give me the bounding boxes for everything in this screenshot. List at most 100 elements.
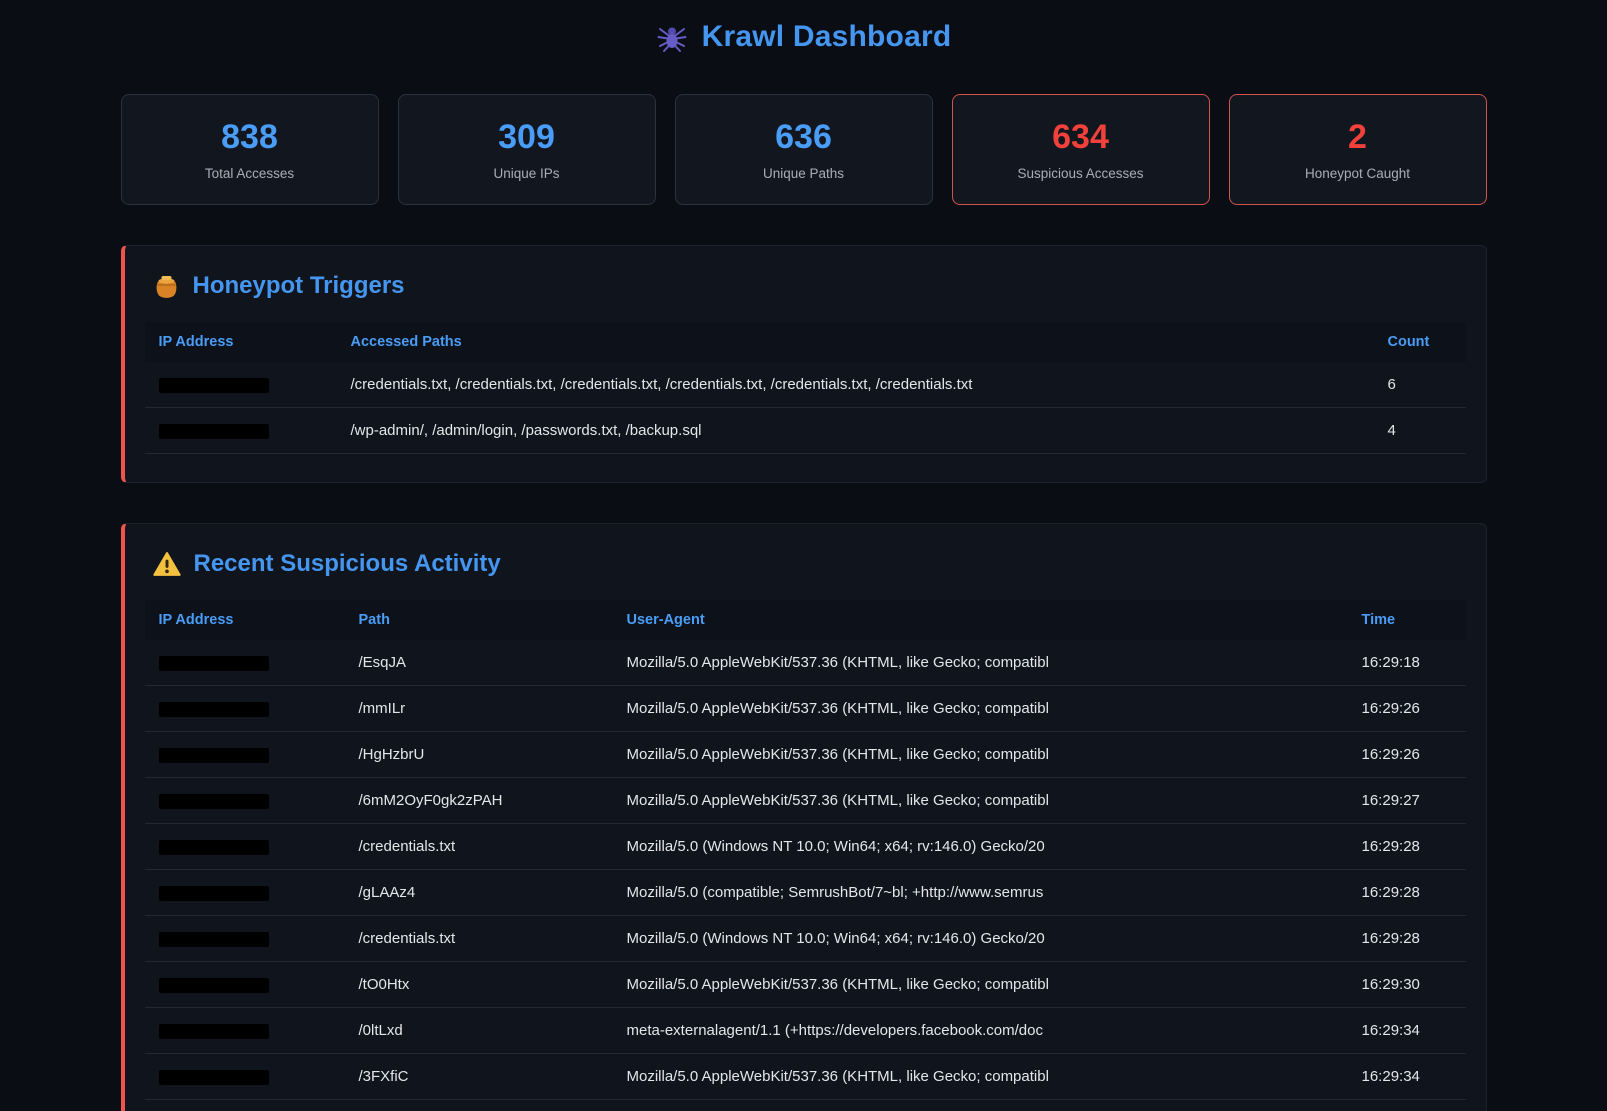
time-cell: 16:29:34 [1348,1008,1466,1054]
redacted-ip-bar [159,748,269,763]
paths-cell: /wp-admin/, /admin/login, /passwords.txt… [337,408,1374,454]
redacted-ip-bar [159,840,269,855]
redacted-ip-bar [159,794,269,809]
redacted-ip-bar [159,932,269,947]
ip-cell [145,824,345,870]
dashboard-page: Krawl Dashboard 838 Total Accesses 309 U… [121,0,1487,1111]
ip-cell [145,362,337,408]
path-cell: /6mM2OyF0gk2zPAH [345,778,613,824]
user-agent-cell: Mozilla/5.0 AppleWebKit/537.36 (KHTML, l… [613,640,1348,686]
honeypot-table: IP Address Accessed Paths Count /credent… [145,322,1466,454]
stat-label: Honeypot Caught [1305,166,1410,181]
spider-icon [656,21,688,53]
ip-cell [145,686,345,732]
col-header-ip: IP Address [145,322,337,362]
user-agent-cell: Mozilla/5.0 AppleWebKit/537.36 (KHTML, l… [613,962,1348,1008]
time-cell: 16:29:27 [1348,778,1466,824]
activity-table-body: /EsqJA Mozilla/5.0 AppleWebKit/537.36 (K… [145,640,1466,1100]
path-cell: /credentials.txt [345,916,613,962]
col-header-ip: IP Address [145,600,345,640]
stat-card: 838 Total Accesses [121,94,379,205]
stat-card: 309 Unique IPs [398,94,656,205]
honeypot-row: /credentials.txt, /credentials.txt, /cre… [145,362,1466,408]
redacted-ip-bar [159,886,269,901]
stat-card: 634 Suspicious Accesses [952,94,1210,205]
redacted-ip-bar [159,656,269,671]
path-cell: /mmILr [345,686,613,732]
user-agent-cell: Mozilla/5.0 (Windows NT 10.0; Win64; x64… [613,824,1348,870]
activity-row: /tO0Htx Mozilla/5.0 AppleWebKit/537.36 (… [145,962,1466,1008]
honeypot-panel: Honeypot Triggers IP Address Accessed Pa… [121,245,1487,483]
col-header-count: Count [1374,322,1466,362]
user-agent-cell: Mozilla/5.0 AppleWebKit/537.36 (KHTML, l… [613,686,1348,732]
stat-card: 2 Honeypot Caught [1229,94,1487,205]
honeypot-row: /wp-admin/, /admin/login, /passwords.txt… [145,408,1466,454]
suspicious-panel-title: Recent Suspicious Activity [153,550,1466,578]
ip-cell [145,916,345,962]
stat-label: Total Accesses [205,166,294,181]
redacted-ip-bar [159,1024,269,1039]
activity-row: /0ltLxd meta-externalagent/1.1 (+https:/… [145,1008,1466,1054]
honeypot-table-head: IP Address Accessed Paths Count [145,322,1466,362]
path-cell: /tO0Htx [345,962,613,1008]
activity-row: /credentials.txt Mozilla/5.0 (Windows NT… [145,916,1466,962]
redacted-ip-bar [159,378,269,393]
redacted-ip-bar [159,702,269,717]
stat-value: 636 [775,118,832,157]
stat-value: 838 [221,118,278,157]
stat-card: 636 Unique Paths [675,94,933,205]
col-header-time: Time [1348,600,1466,640]
activity-row: /credentials.txt Mozilla/5.0 (Windows NT… [145,824,1466,870]
suspicious-title: Recent Suspicious Activity [194,550,501,578]
honeypot-icon [153,273,180,300]
activity-row: /3FXfiC Mozilla/5.0 AppleWebKit/537.36 (… [145,1054,1466,1100]
time-cell: 16:29:30 [1348,962,1466,1008]
path-cell: /EsqJA [345,640,613,686]
page-title: Krawl Dashboard [702,20,952,54]
path-cell: /0ltLxd [345,1008,613,1054]
activity-row: /gLAAz4 Mozilla/5.0 (compatible; Semrush… [145,870,1466,916]
suspicious-activity-panel: Recent Suspicious Activity IP Address Pa… [121,523,1487,1111]
time-cell: 16:29:28 [1348,824,1466,870]
path-cell: /credentials.txt [345,824,613,870]
ip-cell [145,408,337,454]
redacted-ip-bar [159,424,269,439]
time-cell: 16:29:28 [1348,916,1466,962]
stat-label: Suspicious Accesses [1017,166,1143,181]
col-header-user-agent: User-Agent [613,600,1348,640]
user-agent-cell: Mozilla/5.0 AppleWebKit/537.36 (KHTML, l… [613,778,1348,824]
stats-row: 838 Total Accesses 309 Unique IPs 636 Un… [121,94,1487,205]
time-cell: 16:29:26 [1348,686,1466,732]
ip-cell [145,962,345,1008]
paths-cell: /credentials.txt, /credentials.txt, /cre… [337,362,1374,408]
stat-label: Unique IPs [493,166,559,181]
stat-value: 309 [498,118,555,157]
path-cell: /3FXfiC [345,1054,613,1100]
count-cell: 4 [1374,408,1466,454]
activity-table: IP Address Path User-Agent Time /EsqJA M… [145,600,1466,1100]
user-agent-cell: Mozilla/5.0 AppleWebKit/537.36 (KHTML, l… [613,1054,1348,1100]
path-cell: /HgHzbrU [345,732,613,778]
warning-icon [153,551,181,577]
time-cell: 16:29:26 [1348,732,1466,778]
honeypot-table-body: /credentials.txt, /credentials.txt, /cre… [145,362,1466,454]
user-agent-cell: Mozilla/5.0 (Windows NT 10.0; Win64; x64… [613,916,1348,962]
col-header-path: Path [345,600,613,640]
ip-cell [145,732,345,778]
activity-row: /HgHzbrU Mozilla/5.0 AppleWebKit/537.36 … [145,732,1466,778]
honeypot-panel-title: Honeypot Triggers [153,272,1466,300]
honeypot-title: Honeypot Triggers [193,272,405,300]
ip-cell [145,640,345,686]
user-agent-cell: Mozilla/5.0 AppleWebKit/537.36 (KHTML, l… [613,732,1348,778]
col-header-paths: Accessed Paths [337,322,1374,362]
activity-row: /EsqJA Mozilla/5.0 AppleWebKit/537.36 (K… [145,640,1466,686]
ip-cell [145,870,345,916]
ip-cell [145,778,345,824]
user-agent-cell: Mozilla/5.0 (compatible; SemrushBot/7~bl… [613,870,1348,916]
stat-label: Unique Paths [763,166,844,181]
stat-value: 634 [1052,118,1109,157]
time-cell: 16:29:28 [1348,870,1466,916]
redacted-ip-bar [159,978,269,993]
page-header: Krawl Dashboard [121,20,1487,54]
activity-table-head: IP Address Path User-Agent Time [145,600,1466,640]
